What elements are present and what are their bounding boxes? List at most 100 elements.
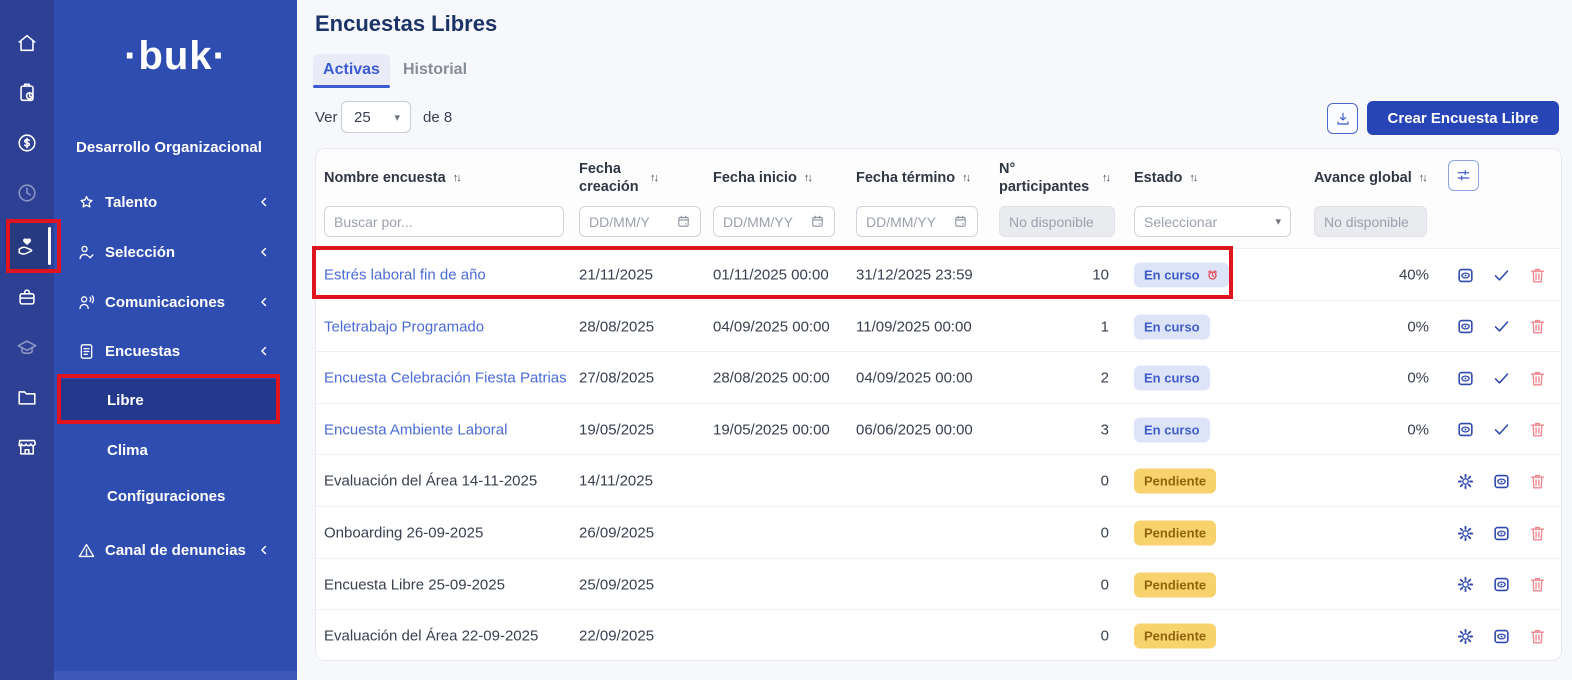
- home-icon[interactable]: [5, 21, 49, 65]
- eye-box-icon[interactable]: [1488, 468, 1514, 494]
- survey-name-link[interactable]: Estrés laboral fin de año: [324, 267, 486, 284]
- active-tab-underline: [313, 85, 390, 88]
- eye-box-icon[interactable]: [1452, 314, 1478, 340]
- survey-name-link[interactable]: Encuesta Celebración Fiesta Patrias: [324, 370, 567, 387]
- status-badge: En curso: [1134, 263, 1229, 288]
- sort-icon[interactable]: ↑↓: [1102, 172, 1109, 184]
- participantes-value: 0: [1009, 576, 1109, 593]
- settings-gear-icon[interactable]: [1452, 520, 1478, 546]
- fecha-creacion-value: 26/09/2025: [579, 525, 654, 542]
- check-icon[interactable]: [1488, 417, 1514, 443]
- sliders-icon: [1455, 167, 1472, 184]
- status-badge: En curso: [1134, 314, 1210, 339]
- delete-trash-icon[interactable]: [1524, 365, 1550, 391]
- sidebar-item-seleccion[interactable]: Selección: [54, 234, 297, 270]
- sidebar-item-clima[interactable]: Clima: [54, 432, 297, 468]
- participantes-value: 0: [1009, 473, 1109, 490]
- lunchbox-icon[interactable]: [5, 275, 49, 319]
- chevron-left-icon[interactable]: [257, 295, 271, 309]
- survey-name-link[interactable]: Teletrabajo Programado: [324, 318, 484, 335]
- sort-icon[interactable]: ↑↓: [650, 172, 657, 184]
- sidebar-item-label: Comunicaciones: [105, 294, 225, 311]
- chevron-left-icon[interactable]: [257, 245, 271, 259]
- fecha-creacion-value: 27/08/2025: [579, 370, 654, 387]
- table-row: Onboarding 26-09-202526/09/20250Pendient…: [316, 506, 1561, 559]
- storefront-icon[interactable]: [5, 425, 49, 469]
- fecha-termino-filter[interactable]: DD/MM/YY: [856, 206, 978, 237]
- eye-box-icon[interactable]: [1488, 572, 1514, 598]
- graduation-cap-icon[interactable]: [5, 326, 49, 370]
- check-icon[interactable]: [1488, 365, 1514, 391]
- sidebar-item-libre[interactable]: Libre: [54, 382, 297, 418]
- sort-icon[interactable]: ↑↓: [453, 172, 460, 184]
- hand-heart-icon[interactable]: [5, 222, 49, 270]
- sidebar-item-talento[interactable]: Talento: [54, 184, 297, 220]
- chevron-left-icon[interactable]: [257, 344, 271, 358]
- fecha-creacion-filter[interactable]: DD/MM/Y: [579, 206, 701, 237]
- delete-trash-icon[interactable]: [1524, 623, 1550, 649]
- table-row: Encuesta Celebración Fiesta Patrias 27/08…: [316, 351, 1561, 404]
- eye-box-icon[interactable]: [1452, 262, 1478, 288]
- page-size-select[interactable]: 25 ▾: [341, 101, 411, 133]
- sort-icon[interactable]: ↑↓: [804, 172, 811, 184]
- delete-trash-icon[interactable]: [1524, 314, 1550, 340]
- fecha-inicio-value: 04/09/2025 00:00: [713, 318, 830, 335]
- settings-gear-icon[interactable]: [1452, 468, 1478, 494]
- column-participantes: N° participantes↑↓: [999, 157, 1109, 199]
- clock-icon[interactable]: [5, 171, 49, 215]
- sidebar-item-canal-de-denuncias[interactable]: Canal de denuncias: [54, 532, 297, 568]
- fecha-termino-value: 04/09/2025 00:00: [856, 370, 973, 387]
- delete-trash-icon[interactable]: [1524, 572, 1550, 598]
- page-title: Encuestas Libres: [315, 11, 497, 37]
- column-settings-button[interactable]: [1448, 160, 1479, 191]
- search-input[interactable]: [324, 206, 564, 237]
- payments-icon[interactable]: [5, 121, 49, 165]
- participantes-value: 3: [1009, 421, 1109, 438]
- clipboard-clock-icon[interactable]: [5, 71, 49, 115]
- survey-name-link[interactable]: Encuesta Ambiente Laboral: [324, 421, 507, 438]
- eye-box-icon[interactable]: [1452, 417, 1478, 443]
- table-row: Teletrabajo Programado28/08/202504/09/20…: [316, 300, 1561, 353]
- fecha-inicio-value: 19/05/2025 00:00: [713, 421, 830, 438]
- settings-gear-icon[interactable]: [1452, 623, 1478, 649]
- chevron-down-icon: ▾: [1275, 215, 1281, 228]
- download-button[interactable]: [1327, 103, 1358, 134]
- check-icon[interactable]: [1488, 262, 1514, 288]
- settings-gear-icon[interactable]: [1452, 572, 1478, 598]
- eye-box-icon[interactable]: [1452, 365, 1478, 391]
- sidebar-item-encuestas[interactable]: Encuestas: [54, 333, 297, 369]
- participantes-filter-disabled: No disponible: [999, 206, 1115, 237]
- main-content: Encuestas Libres Activas Historial Ver 2…: [297, 0, 1572, 680]
- folder-icon[interactable]: [5, 375, 49, 419]
- estado-filter-select[interactable]: Seleccionar ▾: [1134, 206, 1291, 237]
- sidebar-scrollbar[interactable]: [54, 671, 297, 680]
- column-avance-global: Avance global↑↓: [1314, 157, 1426, 199]
- eye-box-icon[interactable]: [1488, 623, 1514, 649]
- tab-activas[interactable]: Activas: [313, 54, 390, 85]
- create-survey-button[interactable]: Crear Encuesta Libre: [1367, 101, 1559, 135]
- sort-icon[interactable]: ↑↓: [1189, 172, 1196, 184]
- chevron-left-icon[interactable]: [257, 195, 271, 209]
- sort-icon[interactable]: ↑↓: [962, 172, 969, 184]
- sidebar-item-configuraciones[interactable]: Configuraciones: [54, 478, 297, 514]
- delete-trash-icon[interactable]: [1524, 468, 1550, 494]
- eye-box-icon[interactable]: [1488, 520, 1514, 546]
- fecha-termino-value: 31/12/2025 23:59: [856, 267, 973, 284]
- delete-trash-icon[interactable]: [1524, 520, 1550, 546]
- tab-historial[interactable]: Historial: [403, 54, 467, 85]
- fecha-creacion-value: 22/09/2025: [579, 628, 654, 645]
- delete-trash-icon[interactable]: [1524, 262, 1550, 288]
- chevron-left-icon[interactable]: [257, 543, 271, 557]
- calendar-icon: [676, 214, 691, 229]
- check-icon[interactable]: [1488, 314, 1514, 340]
- sidebar-item-label: Talento: [105, 194, 157, 211]
- table-row: Encuesta Ambiente Laboral19/05/202519/05…: [316, 403, 1561, 456]
- sidebar-item-comunicaciones[interactable]: Comunicaciones: [54, 284, 297, 320]
- fecha-inicio-filter[interactable]: DD/MM/YY: [713, 206, 835, 237]
- participantes-value: 1: [1009, 318, 1109, 335]
- sort-icon[interactable]: ↑↓: [1419, 172, 1426, 184]
- delete-trash-icon[interactable]: [1524, 417, 1550, 443]
- icon-rail: [0, 0, 54, 680]
- survey-name: Onboarding 26-09-2025: [324, 525, 483, 542]
- avance-global-value: 0%: [1329, 421, 1429, 438]
